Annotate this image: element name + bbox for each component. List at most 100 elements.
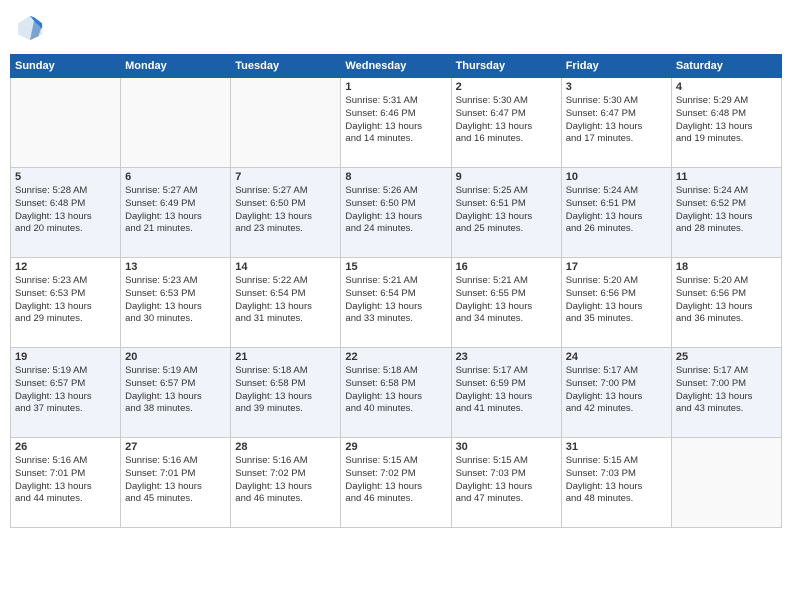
calendar-cell <box>11 78 121 168</box>
day-info: Sunrise: 5:30 AM Sunset: 6:47 PM Dayligh… <box>456 95 557 146</box>
day-info: Sunrise: 5:15 AM Sunset: 7:02 PM Dayligh… <box>345 455 446 506</box>
day-number: 16 <box>456 261 557 273</box>
calendar-header-row: SundayMondayTuesdayWednesdayThursdayFrid… <box>11 55 782 78</box>
day-info: Sunrise: 5:17 AM Sunset: 7:00 PM Dayligh… <box>566 365 667 416</box>
calendar-cell: 18 Sunrise: 5:20 AM Sunset: 6:56 PM Dayli… <box>671 258 781 348</box>
day-number: 8 <box>345 171 446 183</box>
day-info: Sunrise: 5:26 AM Sunset: 6:50 PM Dayligh… <box>345 185 446 236</box>
calendar-week-row: 1 Sunrise: 5:31 AM Sunset: 6:46 PM Daylig… <box>11 78 782 168</box>
calendar-cell: 19 Sunrise: 5:19 AM Sunset: 6:57 PM Dayli… <box>11 348 121 438</box>
calendar-cell: 16Sunrise: 5:21 AM Sunset: 6:55 PM Dayli… <box>451 258 561 348</box>
day-info: Sunrise: 5:18 AM Sunset: 6:58 PM Dayligh… <box>235 365 336 416</box>
calendar-cell: 20 Sunrise: 5:19 AM Sunset: 6:57 PM Dayli… <box>121 348 231 438</box>
day-number: 29 <box>345 441 446 453</box>
day-number: 28 <box>235 441 336 453</box>
day-number: 9 <box>456 171 557 183</box>
calendar-cell: 23 Sunrise: 5:17 AM Sunset: 6:59 PM Dayli… <box>451 348 561 438</box>
day-info: Sunrise: 5:23 AM Sunset: 6:53 PM Dayligh… <box>125 275 226 326</box>
day-info: Sunrise: 5:19 AM Sunset: 6:57 PM Dayligh… <box>125 365 226 416</box>
day-info: Sunrise: 5:28 AM Sunset: 6:48 PM Dayligh… <box>15 185 116 236</box>
day-info: Sunrise: 5:30 AM Sunset: 6:47 PM Dayligh… <box>566 95 667 146</box>
calendar-cell: 28 Sunrise: 5:16 AM Sunset: 7:02 PM Dayli… <box>231 438 341 528</box>
day-info: Sunrise: 5:27 AM Sunset: 6:50 PM Dayligh… <box>235 185 336 236</box>
day-info: Sunrise: 5:17 AM Sunset: 7:00 PM Dayligh… <box>676 365 777 416</box>
day-number: 19 <box>15 351 116 363</box>
calendar-cell: 15 Sunrise: 5:21 AM Sunset: 6:54 PM Dayli… <box>341 258 451 348</box>
calendar-cell <box>231 78 341 168</box>
calendar-week-row: 5 Sunrise: 5:28 AM Sunset: 6:48 PM Daylig… <box>11 168 782 258</box>
day-number: 15 <box>345 261 446 273</box>
calendar-cell: 14 Sunrise: 5:22 AM Sunset: 6:54 PM Dayli… <box>231 258 341 348</box>
calendar-cell <box>671 438 781 528</box>
calendar-cell: 24Sunrise: 5:17 AM Sunset: 7:00 PM Dayli… <box>561 348 671 438</box>
page-header <box>10 10 782 46</box>
day-number: 18 <box>676 261 777 273</box>
day-number: 23 <box>456 351 557 363</box>
calendar-cell: 29 Sunrise: 5:15 AM Sunset: 7:02 PM Dayli… <box>341 438 451 528</box>
calendar-week-row: 19 Sunrise: 5:19 AM Sunset: 6:57 PM Dayli… <box>11 348 782 438</box>
day-info: Sunrise: 5:31 AM Sunset: 6:46 PM Dayligh… <box>345 95 446 146</box>
calendar-cell: 11 Sunrise: 5:24 AM Sunset: 6:52 PM Dayli… <box>671 168 781 258</box>
day-info: Sunrise: 5:24 AM Sunset: 6:52 PM Dayligh… <box>676 185 777 236</box>
day-number: 25 <box>676 351 777 363</box>
day-number: 11 <box>676 171 777 183</box>
weekday-header-sunday: Sunday <box>11 55 121 78</box>
calendar-cell: 22 Sunrise: 5:18 AM Sunset: 6:58 PM Dayli… <box>341 348 451 438</box>
day-number: 5 <box>15 171 116 183</box>
day-number: 26 <box>15 441 116 453</box>
calendar-cell: 12 Sunrise: 5:23 AM Sunset: 6:53 PM Dayli… <box>11 258 121 348</box>
day-number: 14 <box>235 261 336 273</box>
calendar-cell: 5 Sunrise: 5:28 AM Sunset: 6:48 PM Daylig… <box>11 168 121 258</box>
day-info: Sunrise: 5:20 AM Sunset: 6:56 PM Dayligh… <box>566 275 667 326</box>
calendar-table: SundayMondayTuesdayWednesdayThursdayFrid… <box>10 54 782 528</box>
calendar-cell: 9 Sunrise: 5:25 AM Sunset: 6:51 PM Daylig… <box>451 168 561 258</box>
day-info: Sunrise: 5:29 AM Sunset: 6:48 PM Dayligh… <box>676 95 777 146</box>
calendar-cell: 31 Sunrise: 5:15 AM Sunset: 7:03 PM Dayli… <box>561 438 671 528</box>
day-info: Sunrise: 5:15 AM Sunset: 7:03 PM Dayligh… <box>566 455 667 506</box>
calendar-cell <box>121 78 231 168</box>
day-info: Sunrise: 5:27 AM Sunset: 6:49 PM Dayligh… <box>125 185 226 236</box>
calendar-cell: 4 Sunrise: 5:29 AM Sunset: 6:48 PM Daylig… <box>671 78 781 168</box>
day-info: Sunrise: 5:22 AM Sunset: 6:54 PM Dayligh… <box>235 275 336 326</box>
calendar-cell: 3Sunrise: 5:30 AM Sunset: 6:47 PM Daylig… <box>561 78 671 168</box>
day-number: 21 <box>235 351 336 363</box>
day-info: Sunrise: 5:16 AM Sunset: 7:01 PM Dayligh… <box>125 455 226 506</box>
calendar-week-row: 26 Sunrise: 5:16 AM Sunset: 7:01 PM Dayli… <box>11 438 782 528</box>
day-number: 7 <box>235 171 336 183</box>
calendar-cell: 7 Sunrise: 5:27 AM Sunset: 6:50 PM Daylig… <box>231 168 341 258</box>
day-number: 17 <box>566 261 667 273</box>
day-info: Sunrise: 5:21 AM Sunset: 6:54 PM Dayligh… <box>345 275 446 326</box>
day-number: 4 <box>676 81 777 93</box>
day-info: Sunrise: 5:18 AM Sunset: 6:58 PM Dayligh… <box>345 365 446 416</box>
day-number: 13 <box>125 261 226 273</box>
weekday-header-tuesday: Tuesday <box>231 55 341 78</box>
day-info: Sunrise: 5:17 AM Sunset: 6:59 PM Dayligh… <box>456 365 557 416</box>
day-info: Sunrise: 5:16 AM Sunset: 7:02 PM Dayligh… <box>235 455 336 506</box>
day-number: 20 <box>125 351 226 363</box>
day-info: Sunrise: 5:25 AM Sunset: 6:51 PM Dayligh… <box>456 185 557 236</box>
day-number: 22 <box>345 351 446 363</box>
calendar-cell: 2Sunrise: 5:30 AM Sunset: 6:47 PM Daylig… <box>451 78 561 168</box>
calendar-cell: 8 Sunrise: 5:26 AM Sunset: 6:50 PM Daylig… <box>341 168 451 258</box>
day-number: 1 <box>345 81 446 93</box>
weekday-header-friday: Friday <box>561 55 671 78</box>
calendar-cell: 13 Sunrise: 5:23 AM Sunset: 6:53 PM Dayli… <box>121 258 231 348</box>
calendar-cell: 6 Sunrise: 5:27 AM Sunset: 6:49 PM Daylig… <box>121 168 231 258</box>
calendar-cell: 1 Sunrise: 5:31 AM Sunset: 6:46 PM Daylig… <box>341 78 451 168</box>
day-info: Sunrise: 5:20 AM Sunset: 6:56 PM Dayligh… <box>676 275 777 326</box>
calendar-cell: 30Sunrise: 5:15 AM Sunset: 7:03 PM Dayli… <box>451 438 561 528</box>
calendar-cell: 10Sunrise: 5:24 AM Sunset: 6:51 PM Dayli… <box>561 168 671 258</box>
day-number: 6 <box>125 171 226 183</box>
logo <box>16 14 48 42</box>
weekday-header-monday: Monday <box>121 55 231 78</box>
day-number: 12 <box>15 261 116 273</box>
day-number: 27 <box>125 441 226 453</box>
day-number: 30 <box>456 441 557 453</box>
day-info: Sunrise: 5:24 AM Sunset: 6:51 PM Dayligh… <box>566 185 667 236</box>
day-number: 31 <box>566 441 667 453</box>
calendar-week-row: 12 Sunrise: 5:23 AM Sunset: 6:53 PM Dayli… <box>11 258 782 348</box>
day-info: Sunrise: 5:19 AM Sunset: 6:57 PM Dayligh… <box>15 365 116 416</box>
day-info: Sunrise: 5:16 AM Sunset: 7:01 PM Dayligh… <box>15 455 116 506</box>
calendar-cell: 25 Sunrise: 5:17 AM Sunset: 7:00 PM Dayli… <box>671 348 781 438</box>
day-info: Sunrise: 5:23 AM Sunset: 6:53 PM Dayligh… <box>15 275 116 326</box>
